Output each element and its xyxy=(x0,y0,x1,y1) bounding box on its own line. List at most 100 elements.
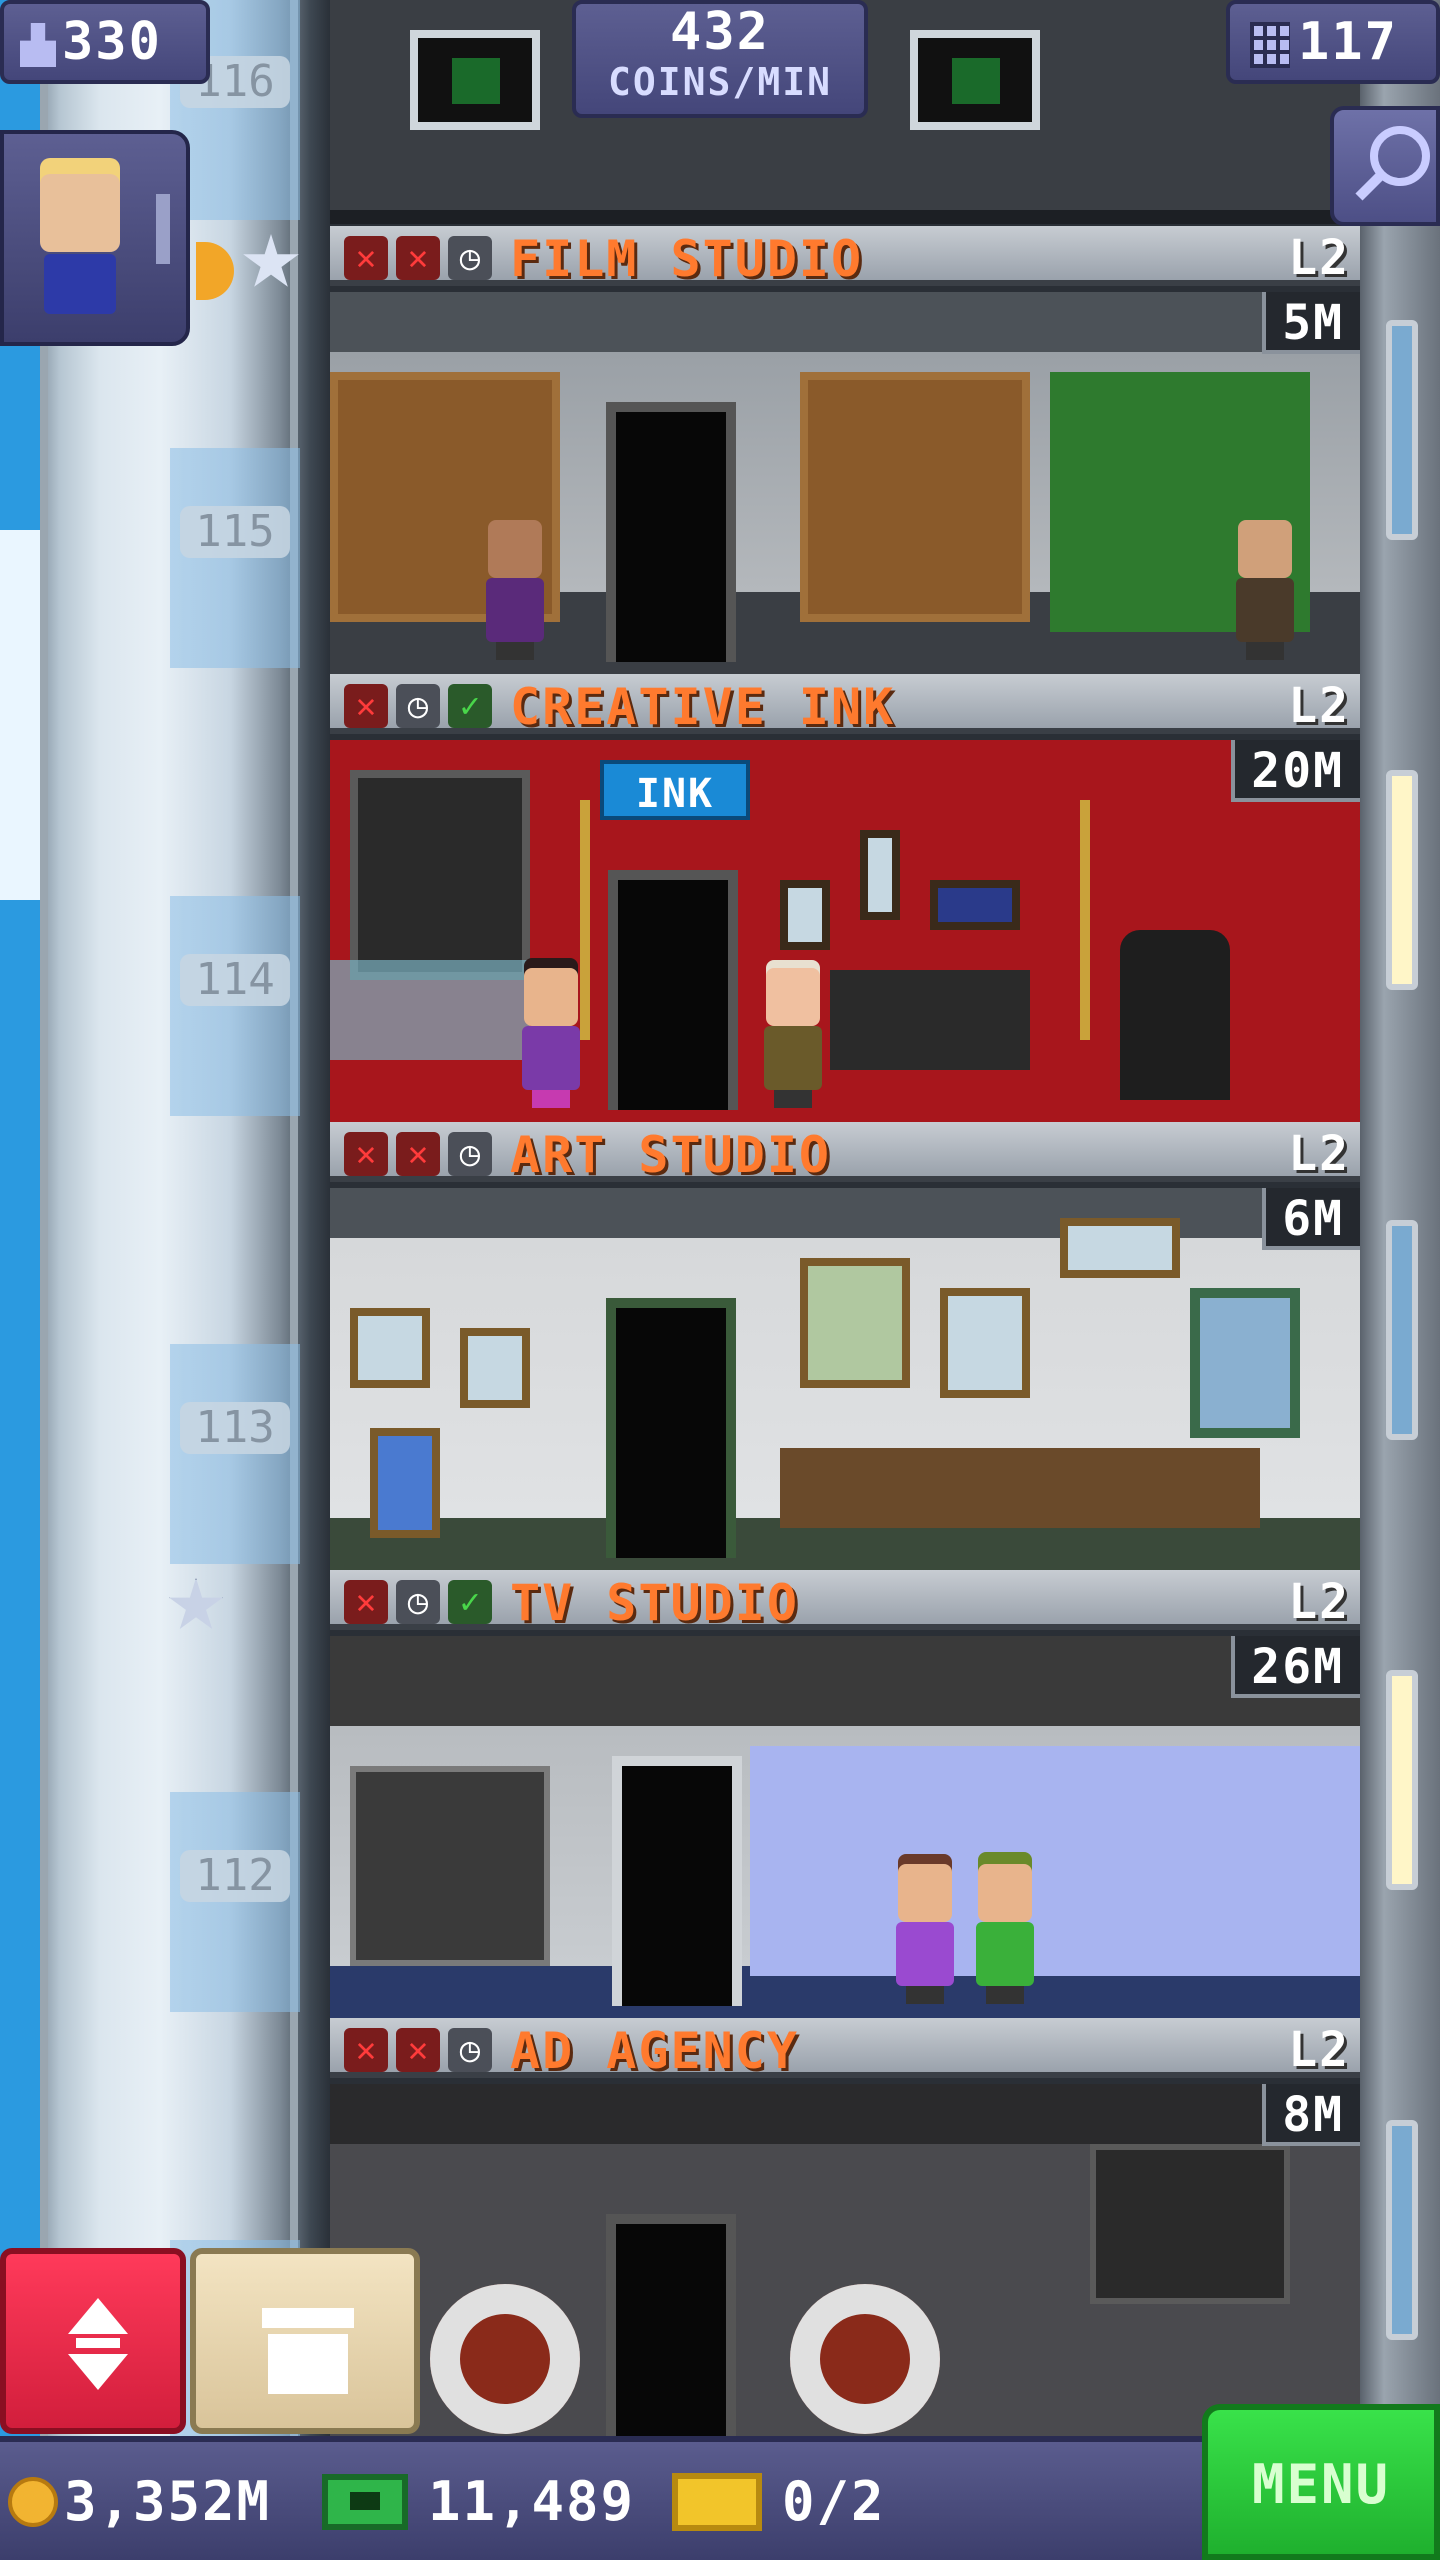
black-sofa xyxy=(830,970,1030,1070)
picture-frame xyxy=(930,880,1020,930)
box-icon xyxy=(262,2308,354,2328)
floor-name: AD AGENCY xyxy=(510,2022,799,2080)
floor-name: TV STUDIO xyxy=(510,1574,799,1632)
floor-name: CREATIVE INK xyxy=(510,678,896,736)
picture-frame xyxy=(860,830,900,920)
check-icon: ✓ xyxy=(448,684,492,728)
picture-frame xyxy=(460,1328,530,1408)
exclamation-icon xyxy=(156,194,170,264)
x-icon: ✕ xyxy=(344,1132,388,1176)
worker[interactable] xyxy=(480,520,550,660)
building-grid-icon xyxy=(1250,22,1290,68)
clock-icon: ◷ xyxy=(396,684,440,728)
wall-screen xyxy=(1090,2144,1290,2304)
picture-frame xyxy=(940,1288,1030,1398)
picture-frame xyxy=(370,1428,440,1538)
floor-header: ✕ ✕ ◷ AD AGENCY L2 xyxy=(330,2018,1360,2080)
floor-status: ✕ ◷ ✓ xyxy=(344,684,492,728)
floor-level: L2 xyxy=(1288,678,1350,734)
floor-header: ✕ ✕ ◷ FILM STUDIO L2 xyxy=(330,226,1360,288)
coin-icon xyxy=(8,2477,58,2527)
floor-number-113: 113 xyxy=(180,1402,290,1454)
floor-art-studio[interactable]: ✕ ✕ ◷ ART STUDIO L2 6M xyxy=(330,1122,1360,1570)
x-icon: ✕ xyxy=(396,236,440,280)
ink-poster xyxy=(350,770,530,980)
elevator-rail xyxy=(170,0,300,2440)
x-icon: ✕ xyxy=(344,2028,388,2072)
worker[interactable] xyxy=(758,968,828,1108)
stock-badge: 5M xyxy=(1262,292,1360,354)
picture-frame xyxy=(350,1308,430,1388)
elevator-door xyxy=(606,402,736,662)
floor-lamp xyxy=(1080,800,1090,1040)
worker[interactable] xyxy=(970,1864,1040,2004)
x-icon: ✕ xyxy=(396,2028,440,2072)
down-arrow-icon xyxy=(68,2354,128,2390)
floor-status: ✕ ✕ ◷ xyxy=(344,236,492,280)
coins-per-min-display[interactable]: 432 COINS/MIN xyxy=(572,0,868,118)
tattoo-chair xyxy=(1120,930,1230,1100)
box-icon-body xyxy=(268,2334,348,2394)
floor-creative-ink[interactable]: ✕ ◷ ✓ CREATIVE INK L2 INK 20M xyxy=(330,674,1360,1122)
elevator-shaft[interactable]: 116 115 114 113 112 xyxy=(40,0,330,2440)
window xyxy=(1386,1670,1418,1890)
population-counter[interactable]: 330 xyxy=(0,0,210,84)
floor-room: INK xyxy=(330,740,1360,1122)
coins-per-min-label: COINS/MIN xyxy=(608,60,832,104)
elevator-button[interactable] xyxy=(0,2248,186,2434)
elevator-door xyxy=(612,1756,742,2006)
floor-ad-agency[interactable]: ✕ ✕ ◷ AD AGENCY L2 8M xyxy=(330,2018,1360,2466)
elevator-door xyxy=(606,1298,736,1558)
build-button[interactable] xyxy=(190,2248,420,2434)
tower-bux-value: 11,489 xyxy=(428,2470,636,2533)
glass-counter xyxy=(330,960,530,1060)
floor-name: FILM STUDIO xyxy=(510,230,864,288)
population-value: 330 xyxy=(62,12,162,72)
picture-frame xyxy=(800,1258,910,1388)
clock-icon: ◷ xyxy=(448,2028,492,2072)
worker[interactable] xyxy=(890,1864,960,2004)
window xyxy=(1386,320,1418,540)
vip-visitor-card[interactable] xyxy=(0,130,299,346)
floor-number-114: 114 xyxy=(180,954,290,1006)
window xyxy=(1190,1288,1300,1438)
search-button[interactable] xyxy=(1330,106,1440,226)
divider xyxy=(76,2338,120,2348)
coins-display[interactable]: 3,352M xyxy=(8,2462,271,2542)
computer-monitor xyxy=(410,30,540,130)
elevator-door xyxy=(606,2214,736,2454)
floor-film-studio[interactable]: ✕ ✕ ◷ FILM STUDIO L2 5M xyxy=(330,226,1360,674)
x-icon: ✕ xyxy=(344,684,388,728)
egg-chair xyxy=(790,2284,940,2434)
floor-room xyxy=(330,292,1360,674)
control-panel xyxy=(350,1766,550,1966)
window xyxy=(1386,1220,1418,1440)
clock-icon: ◷ xyxy=(396,1580,440,1624)
clock-icon: ◷ xyxy=(448,236,492,280)
tower-bux-display[interactable]: 11,489 xyxy=(322,2462,635,2542)
floor-header: ✕ ◷ ✓ CREATIVE INK L2 xyxy=(330,674,1360,736)
floor-slab xyxy=(330,210,1360,224)
menu-button[interactable]: MENU xyxy=(1202,2404,1440,2560)
tower-bux-icon xyxy=(322,2474,408,2530)
elevator-door xyxy=(608,870,738,1110)
ticket-icon xyxy=(672,2473,762,2531)
floors-counter[interactable]: 117 xyxy=(1226,0,1440,84)
worker[interactable] xyxy=(516,968,586,1108)
floor-room xyxy=(330,1188,1360,1570)
stock-badge: 26M xyxy=(1231,1636,1360,1698)
x-icon: ✕ xyxy=(344,236,388,280)
wooden-door xyxy=(800,372,1030,622)
cloud xyxy=(0,530,40,900)
worker[interactable] xyxy=(1230,520,1300,660)
floor-tv-studio[interactable]: ✕ ◷ ✓ TV STUDIO L2 26M xyxy=(330,1570,1360,2018)
stock-badge: 6M xyxy=(1262,1188,1360,1250)
floor-status: ✕ ✕ ◷ xyxy=(344,2028,492,2072)
floor-name: ART STUDIO xyxy=(510,1126,832,1184)
up-arrow-icon xyxy=(68,2298,128,2334)
floor-number-115: 115 xyxy=(180,506,290,558)
tickets-display[interactable]: 0/2 xyxy=(672,2462,886,2542)
check-icon: ✓ xyxy=(448,1580,492,1624)
window xyxy=(1386,770,1418,990)
clock-icon: ◷ xyxy=(448,1132,492,1176)
